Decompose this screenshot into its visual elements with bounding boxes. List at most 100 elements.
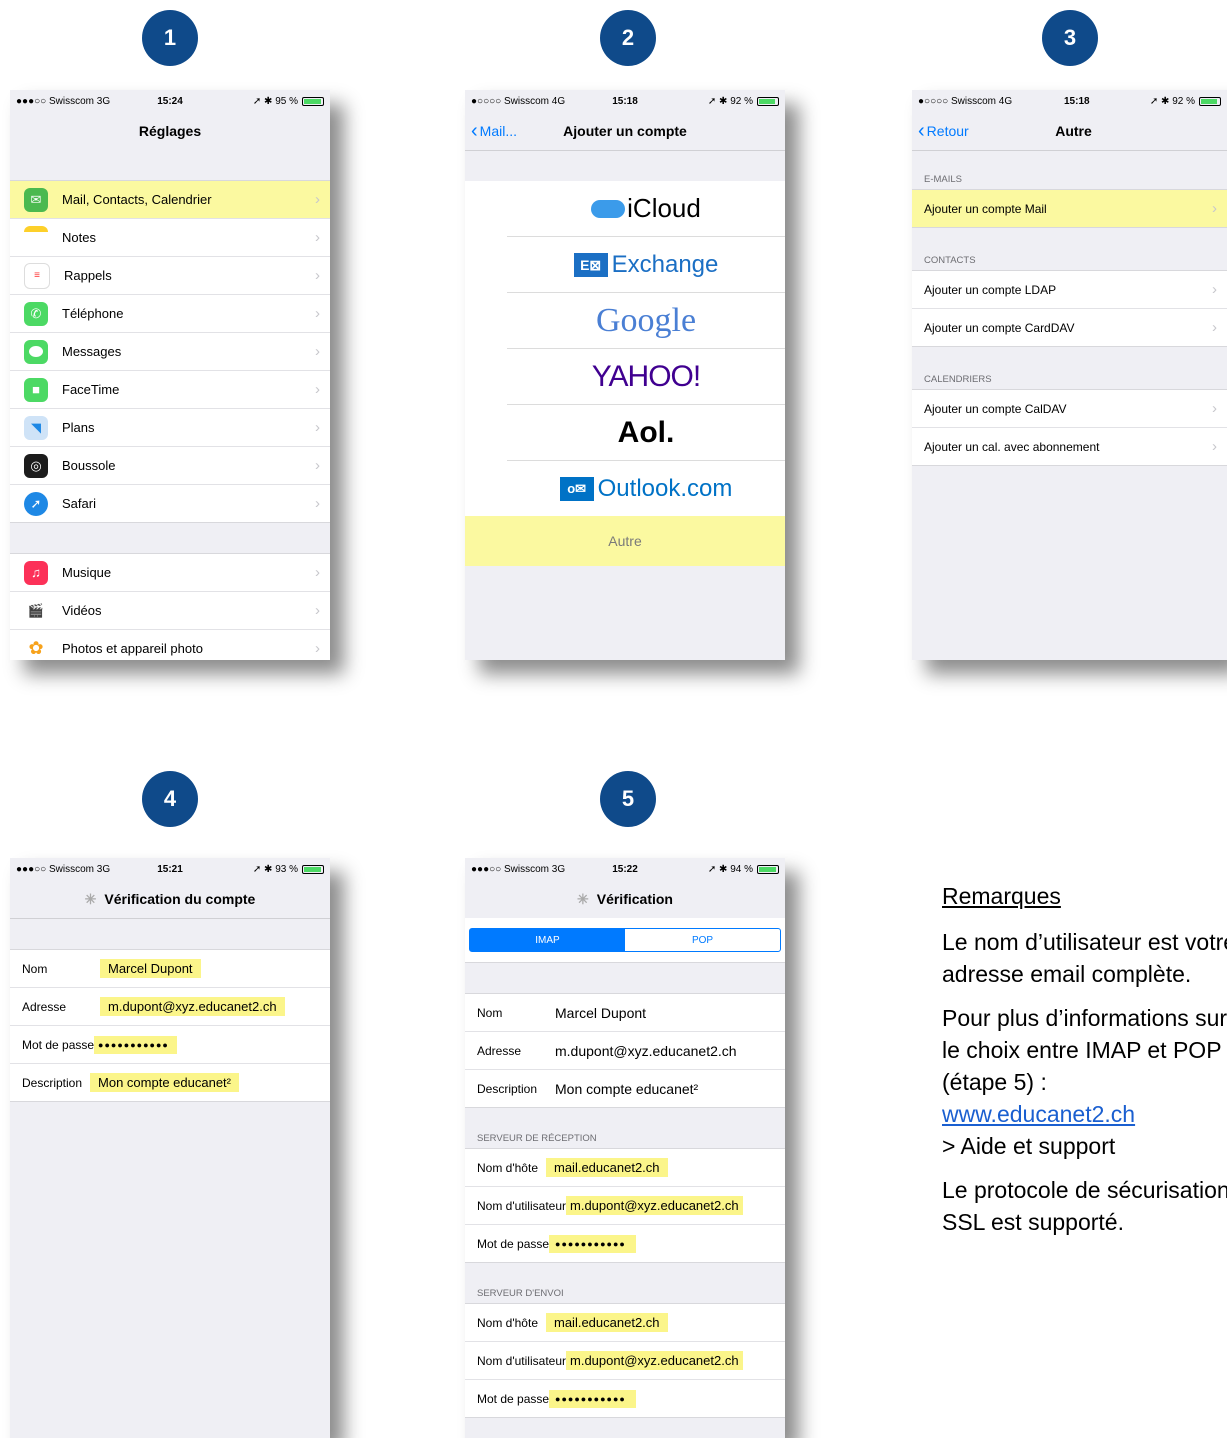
field-label: Nom — [477, 1005, 503, 1020]
outgoing-host-field[interactable]: Nom d'hôte mail.educanet2.ch — [465, 1304, 785, 1341]
provider-yahoo[interactable]: YAHOO! — [507, 349, 785, 405]
protocol-segmented-control: IMAP POP — [469, 928, 781, 952]
cloud-icon — [591, 199, 626, 218]
add-mail-account[interactable]: Ajouter un compte Mail › — [912, 190, 1227, 227]
outgoing-username-field[interactable]: Nom d'utilisateur m.dupont@xyz.educanet2… — [465, 1341, 785, 1379]
settings-item-maps[interactable]: ◥ Plans › — [10, 408, 330, 446]
spinner-icon: ✳ — [84, 890, 97, 907]
outgoing-password-field[interactable]: Mot de passe ●●●●●●●●●●● — [465, 1379, 785, 1417]
clock: 15:21 — [157, 863, 183, 875]
provider-icloud[interactable]: iCloud — [507, 181, 785, 237]
settings-item-messages[interactable]: Messages › — [10, 332, 330, 370]
add-subscribed-calendar[interactable]: Ajouter un cal. avec abonnement › — [912, 427, 1227, 465]
provider-aol[interactable]: Aol. — [507, 405, 785, 461]
phone-settings: ●●●○○ Swisscom 3G 15:24 ➚ ✱ 95 % Réglage… — [10, 90, 330, 660]
field-value: Mon compte educanet² — [555, 1080, 699, 1097]
settings-item-label: Notes — [62, 230, 96, 245]
field-label: Description — [477, 1081, 538, 1096]
back-button[interactable]: ‹ Mail... — [471, 121, 517, 141]
provider-google[interactable]: Google — [507, 293, 785, 349]
description-field[interactable]: Description Mon compte educanet² — [10, 1063, 330, 1101]
settings-item-reminders[interactable]: ≡ Rappels › — [10, 256, 330, 294]
chevron-right-icon: › — [1212, 438, 1217, 455]
incoming-host-field[interactable]: Nom d'hôte mail.educanet2.ch — [465, 1149, 785, 1186]
section-header-calendars: CALENDRIERS — [924, 374, 992, 385]
settings-item-safari[interactable]: ➚ Safari › — [10, 484, 330, 522]
settings-item-label: Photos et appareil photo — [62, 641, 203, 656]
settings-item-facetime[interactable]: ■ FaceTime › — [10, 370, 330, 408]
add-caldav-account[interactable]: Ajouter un compte CalDAV › — [912, 390, 1227, 427]
settings-item-videos[interactable]: 🎬 Vidéos › — [10, 591, 330, 629]
provider-label: Google — [595, 301, 697, 339]
chevron-right-icon: › — [315, 381, 320, 398]
chevron-left-icon: ‹ — [918, 120, 925, 142]
back-button[interactable]: ‹ Retour — [918, 121, 969, 141]
step-badge-2: 2 — [600, 10, 656, 66]
reminders-icon: ≡ — [24, 262, 50, 289]
incoming-password-field[interactable]: Mot de passe ●●●●●●●●●●● — [465, 1224, 785, 1262]
educanet-link[interactable]: www.educanet2.ch — [942, 1101, 1135, 1127]
chevron-right-icon: › — [315, 495, 320, 512]
name-field[interactable]: Nom Marcel Dupont — [465, 994, 785, 1031]
provider-label: Autre — [608, 533, 642, 549]
field-value: m.dupont@xyz.educanet2.ch — [566, 1196, 743, 1215]
field-label: Mot de passe — [22, 1037, 95, 1052]
chevron-right-icon: › — [1212, 200, 1217, 217]
step-badge-1: 1 — [142, 10, 198, 66]
chevron-right-icon: › — [1212, 400, 1217, 417]
clock: 15:18 — [612, 95, 638, 107]
provider-label: Exchange — [611, 250, 719, 278]
remarks-panel: Remarques Le nom d’utilisateur est votre… — [942, 880, 1227, 1250]
section-header-contacts: CONTACTS — [924, 255, 976, 266]
remarks-title: Remarques — [942, 883, 1061, 909]
chevron-right-icon: › — [315, 419, 320, 436]
settings-item-photos[interactable]: ✿ Photos et appareil photo › — [10, 629, 330, 660]
emails-group: Ajouter un compte Mail › — [912, 189, 1227, 228]
photos-icon: ✿ — [24, 636, 48, 660]
outlook-icon: o✉ — [559, 476, 594, 501]
back-label: Mail... — [479, 123, 518, 139]
segment-imap[interactable]: IMAP — [470, 929, 625, 951]
settings-item-label: Plans — [62, 420, 95, 435]
exchange-icon: E⊠ — [573, 252, 608, 277]
add-ldap-account[interactable]: Ajouter un compte LDAP › — [912, 271, 1227, 308]
provider-label: Aol. — [617, 415, 675, 449]
remark-help: > Aide et support — [942, 1133, 1116, 1159]
nav-bar: Réglages — [10, 112, 330, 150]
settings-item-notes[interactable]: Notes › — [10, 218, 330, 256]
field-label: Nom d'utilisateur — [477, 1353, 566, 1368]
settings-item-mail[interactable]: ✉ Mail, Contacts, Calendrier › — [10, 181, 330, 218]
provider-label: Outlook.com — [597, 474, 733, 502]
remark-text: Pour plus d’informations sur le choix en… — [942, 1005, 1227, 1095]
add-carddav-account[interactable]: Ajouter un compte CardDAV › — [912, 308, 1227, 346]
phone-add-account: ●○○○○ Swisscom 4G 15:18 ➚ ✱ 92 % ‹ Mail..… — [465, 90, 785, 660]
field-value: ●●●●●●●●●●● — [94, 1035, 177, 1054]
segment-pop[interactable]: POP — [625, 929, 780, 951]
clock: 15:24 — [157, 95, 183, 107]
incoming-username-field[interactable]: Nom d'utilisateur m.dupont@xyz.educanet2… — [465, 1186, 785, 1224]
spinner-icon: ✳ — [577, 890, 589, 907]
section-header-incoming: SERVEUR DE RÉCEPTION — [477, 1133, 597, 1144]
provider-label: iCloud — [627, 193, 701, 223]
chevron-right-icon: › — [315, 564, 320, 581]
provider-exchange[interactable]: E⊠ Exchange — [507, 237, 785, 293]
settings-item-phone[interactable]: ✆ Téléphone › — [10, 294, 330, 332]
address-field[interactable]: Adresse m.dupont@xyz.educanet2.ch — [10, 987, 330, 1025]
field-value: ●●●●●●●●●●● — [549, 1389, 636, 1408]
settings-item-label: Rappels — [64, 268, 112, 283]
settings-item-compass[interactable]: ◎ Boussole › — [10, 446, 330, 484]
address-field[interactable]: Adresse m.dupont@xyz.educanet2.ch — [465, 1031, 785, 1069]
field-value: m.dupont@xyz.educanet2.ch — [100, 997, 285, 1016]
description-field[interactable]: Description Mon compte educanet² — [465, 1069, 785, 1107]
name-field[interactable]: Nom Marcel Dupont — [10, 950, 330, 987]
step-badge-5: 5 — [600, 771, 656, 827]
outgoing-server-group: Nom d'hôte mail.educanet2.ch Nom d'utili… — [465, 1303, 785, 1418]
page-title: Autre — [1055, 123, 1092, 139]
password-field[interactable]: Mot de passe ●●●●●●●●●●● — [10, 1025, 330, 1063]
provider-other[interactable]: Autre — [465, 516, 785, 566]
chevron-right-icon: › — [1212, 281, 1217, 298]
settings-item-label: FaceTime — [62, 382, 120, 397]
settings-item-label: Téléphone — [62, 306, 124, 321]
provider-outlook[interactable]: o✉ Outlook.com — [507, 461, 785, 516]
settings-item-music[interactable]: ♫ Musique › — [10, 554, 330, 591]
